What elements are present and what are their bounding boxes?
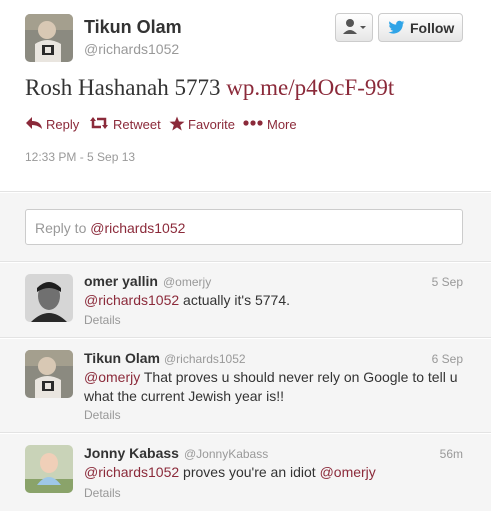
more-dots-icon	[243, 120, 263, 126]
reply-section: Reply to @richards1052	[0, 193, 491, 262]
tweet-link[interactable]: wp.me/p4OcF-99t	[226, 75, 394, 100]
reply-avatar[interactable]	[25, 350, 73, 398]
follow-button[interactable]: Follow	[378, 13, 463, 42]
reply-avatar[interactable]	[25, 445, 73, 493]
reply-mention-link-2[interactable]: @omerjy	[320, 464, 376, 480]
reply-details-link[interactable]: Details	[84, 486, 121, 500]
author-handle[interactable]: @richards1052	[84, 41, 179, 57]
reply-author-name[interactable]: Jonny Kabass	[84, 445, 179, 461]
reply-time[interactable]: 6 Sep	[432, 352, 463, 366]
reply-input[interactable]: Reply to @richards1052	[25, 209, 463, 245]
favorite-label: Favorite	[188, 117, 235, 132]
reply-text: @richards1052 proves you're an idiot @om…	[84, 463, 469, 482]
tweet-timestamp[interactable]: 12:33 PM - 5 Sep 13	[25, 150, 135, 164]
tweet-text: Rosh Hashanah 5773 wp.me/p4OcF-99t	[25, 75, 394, 101]
user-actions-dropdown[interactable]	[335, 13, 373, 42]
reply-mention-link[interactable]: @omerjy	[84, 369, 140, 385]
main-tweet: Tikun Olam @richards1052 Follow Rosh Has…	[0, 0, 491, 192]
star-icon	[169, 116, 185, 131]
reply-icon	[26, 117, 42, 129]
reply-author-name[interactable]: omer yallin	[84, 273, 158, 289]
more-label: More	[267, 117, 297, 132]
reply-item: omer yallin @omerjy 5 Sep @richards1052 …	[0, 263, 491, 338]
chevron-down-icon	[360, 26, 366, 29]
reply-author-name[interactable]: Tikun Olam	[84, 350, 160, 366]
reply-placeholder: Reply to	[35, 220, 87, 236]
reply-mention-link[interactable]: @richards1052	[84, 464, 179, 480]
reply-mention-link[interactable]: @richards1052	[84, 292, 179, 308]
author-name[interactable]: Tikun Olam	[84, 17, 182, 38]
reply-text-body: proves you're an idiot	[179, 464, 320, 480]
tweet-text-plain: Rosh Hashanah 5773	[25, 75, 221, 100]
reply-item: Tikun Olam @richards1052 6 Sep @omerjy T…	[0, 339, 491, 433]
twitter-bird-icon	[388, 20, 405, 34]
person-icon	[343, 19, 366, 34]
reply-mention: @richards1052	[90, 220, 186, 236]
reply-label: Reply	[46, 117, 80, 132]
reply-details-link[interactable]: Details	[84, 408, 121, 422]
reply-text-body: actually it's 5774.	[179, 292, 291, 308]
reply-author-handle[interactable]: @JonnyKabass	[184, 447, 268, 461]
reply-text-body: That proves u should never rely on Googl…	[84, 369, 458, 404]
reply-text: @omerjy That proves u should never rely …	[84, 368, 469, 406]
reply-avatar[interactable]	[25, 274, 73, 322]
reply-text: @richards1052 actually it's 5774.	[84, 291, 469, 310]
retweet-icon	[90, 117, 108, 129]
retweet-label: Retweet	[113, 117, 161, 132]
author-avatar[interactable]	[25, 14, 73, 62]
follow-label: Follow	[410, 20, 455, 36]
reply-author-handle[interactable]: @richards1052	[164, 352, 246, 366]
reply-author-handle[interactable]: @omerjy	[163, 275, 211, 289]
reply-time[interactable]: 5 Sep	[432, 275, 463, 289]
reply-details-link[interactable]: Details	[84, 313, 121, 327]
reply-item: Jonny Kabass @JonnyKabass 56m @richards1…	[0, 434, 491, 511]
reply-time[interactable]: 56m	[440, 447, 463, 461]
